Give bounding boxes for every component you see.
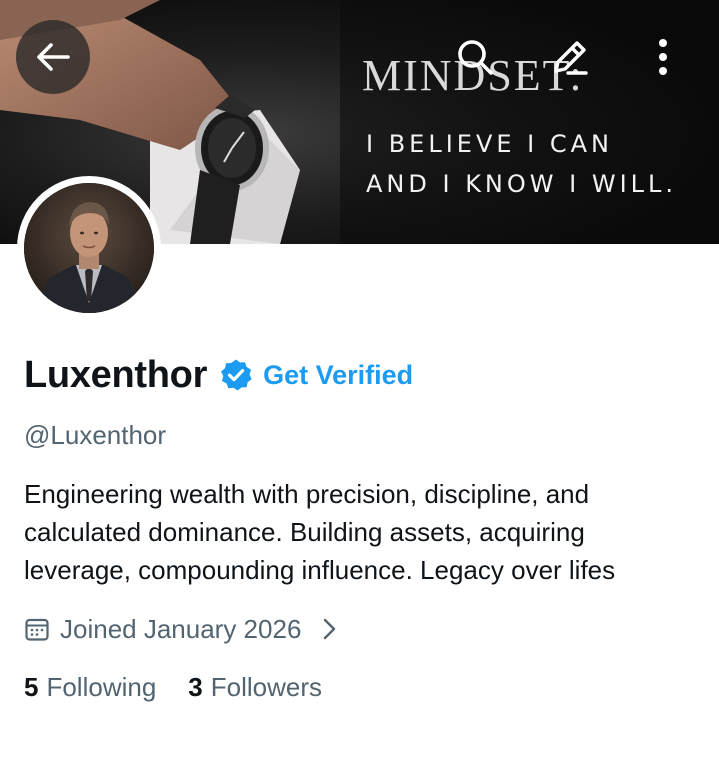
profile-handle: @Luxenthor	[24, 420, 167, 450]
arrow-left-icon	[37, 43, 70, 71]
pencil-icon	[554, 41, 588, 75]
banner-line-1: I BELIEVE I CAN	[366, 130, 613, 158]
bio-line: leverage, compounding influence. Legacy …	[24, 555, 616, 585]
get-verified-link[interactable]: Get Verified	[263, 360, 413, 391]
bio-line: calculated dominance. Building assets, a…	[24, 517, 585, 547]
followers-link[interactable]: 3 Followers	[188, 672, 322, 703]
edit-profile-button[interactable]	[545, 32, 595, 82]
followers-count: 3	[188, 671, 203, 702]
profile-name-row: Luxenthor Get Verified	[24, 350, 413, 400]
following-label: Following	[46, 671, 157, 702]
joined-date: Joined January 2026	[60, 613, 302, 644]
more-options-button[interactable]	[638, 32, 688, 82]
joined-date-row[interactable]: Joined January 2026	[24, 610, 339, 648]
verified-badge-icon[interactable]	[219, 358, 253, 392]
bio-line: Engineering wealth with precision, disci…	[24, 479, 590, 509]
search-button[interactable]	[450, 32, 500, 82]
banner-line-2: AND I KNOW I WILL.	[366, 170, 678, 198]
calendar-icon	[25, 618, 49, 641]
search-icon	[458, 40, 493, 75]
avatar-image	[24, 183, 154, 313]
followers-label: Followers	[210, 671, 323, 702]
avatar[interactable]	[17, 176, 161, 320]
profile-display-name: Luxenthor	[24, 353, 208, 396]
following-count: 5	[24, 671, 39, 702]
following-link[interactable]: 5 Following	[24, 672, 156, 703]
follow-stats: 5 Following 3 Followers	[24, 668, 322, 706]
back-button[interactable]	[16, 20, 90, 94]
profile-bio: Engineering wealth with precision, disci…	[24, 475, 704, 589]
more-vertical-icon	[659, 39, 667, 75]
chevron-right-icon	[324, 618, 336, 640]
